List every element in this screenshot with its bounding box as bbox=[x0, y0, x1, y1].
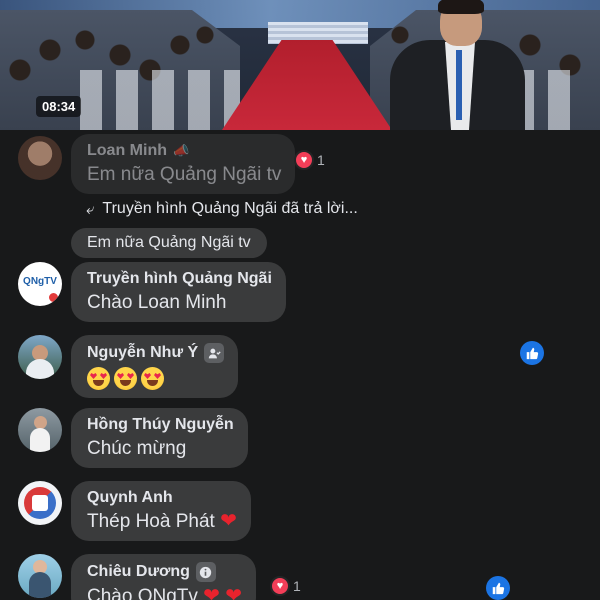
reaction-summary[interactable]: ♥ 1 bbox=[270, 576, 301, 596]
comment-text: Chào Loan Minh bbox=[87, 292, 227, 313]
red-carpet bbox=[222, 40, 392, 130]
comment-author[interactable]: Truyền hình Quảng Ngãi bbox=[87, 270, 272, 288]
like-icon[interactable] bbox=[486, 576, 510, 600]
quoted-comment: Em nữa Quảng Ngãi tv bbox=[71, 228, 267, 258]
red-heart-emoji-icon: ❤ bbox=[203, 585, 220, 600]
reply-notice[interactable]: ⤶ Truyền hình Quảng Ngãi đã trả lời... bbox=[86, 200, 358, 218]
red-heart-emoji-icon: ❤ bbox=[225, 585, 242, 600]
heart-eyes-emoji-icon bbox=[141, 367, 164, 390]
reply-arrow-icon: ⤶ bbox=[86, 200, 95, 218]
like-icon[interactable] bbox=[520, 341, 544, 365]
comment-emojis bbox=[87, 367, 224, 390]
video-timestamp: 08:34 bbox=[36, 96, 82, 117]
reaction-summary[interactable]: ♥ 1 bbox=[294, 150, 325, 170]
megaphone-icon: 📣 bbox=[172, 143, 190, 158]
chairs-left bbox=[80, 70, 240, 130]
heart-icon: ♥ bbox=[294, 150, 314, 170]
comment-bubble: Quynh Anh Thép Hoà Phát ❤ bbox=[71, 481, 251, 541]
comment-bubble: Hồng Thúy Nguyễn Chúc mừng bbox=[71, 408, 248, 468]
comment-bubble: Chiêu Dương Chào QNgTv ❤ ❤ bbox=[71, 554, 256, 600]
comment-bubble: Loan Minh 📣 Em nữa Quảng Ngãi tv bbox=[71, 134, 296, 194]
comment-text: Em nữa Quảng Ngãi tv bbox=[87, 164, 282, 185]
friend-icon bbox=[204, 343, 225, 363]
avatar[interactable]: QNgTV bbox=[18, 262, 62, 306]
avatar[interactable] bbox=[18, 554, 62, 598]
avatar[interactable] bbox=[18, 335, 62, 379]
heart-eyes-emoji-icon bbox=[114, 367, 137, 390]
heart-eyes-emoji-icon bbox=[87, 367, 110, 390]
man-in-foreground bbox=[390, 0, 525, 130]
comment-bubble: Truyền hình Quảng Ngãi Chào Loan Minh bbox=[71, 262, 286, 322]
live-video-frame[interactable]: 08:34 bbox=[0, 0, 600, 130]
comment-bubble: Nguyễn Như Ý bbox=[71, 335, 239, 398]
heart-icon: ♥ bbox=[270, 576, 290, 596]
avatar[interactable] bbox=[18, 408, 62, 452]
avatar[interactable] bbox=[18, 136, 62, 180]
comments-list: Loan Minh 📣 Em nữa Quảng Ngãi tv ♥ 1 ⤶ T… bbox=[0, 130, 600, 600]
comment-text: Chúc mừng bbox=[87, 438, 187, 459]
comment-author[interactable]: Nguyễn Như Ý bbox=[87, 343, 225, 363]
comment-author[interactable]: Loan Minh 📣 bbox=[87, 142, 281, 160]
comment-author[interactable]: Chiêu Dương bbox=[87, 562, 242, 582]
red-heart-emoji-icon: ❤ bbox=[220, 510, 237, 532]
comment-text: Chào QNgTv ❤ ❤ bbox=[87, 586, 242, 600]
comment-author[interactable]: Quynh Anh bbox=[87, 489, 237, 507]
comment-author[interactable]: Hồng Thúy Nguyễn bbox=[87, 416, 234, 434]
comment-text: Thép Hoà Phát ❤ bbox=[87, 510, 237, 532]
info-icon bbox=[195, 562, 216, 582]
avatar[interactable] bbox=[18, 481, 62, 525]
